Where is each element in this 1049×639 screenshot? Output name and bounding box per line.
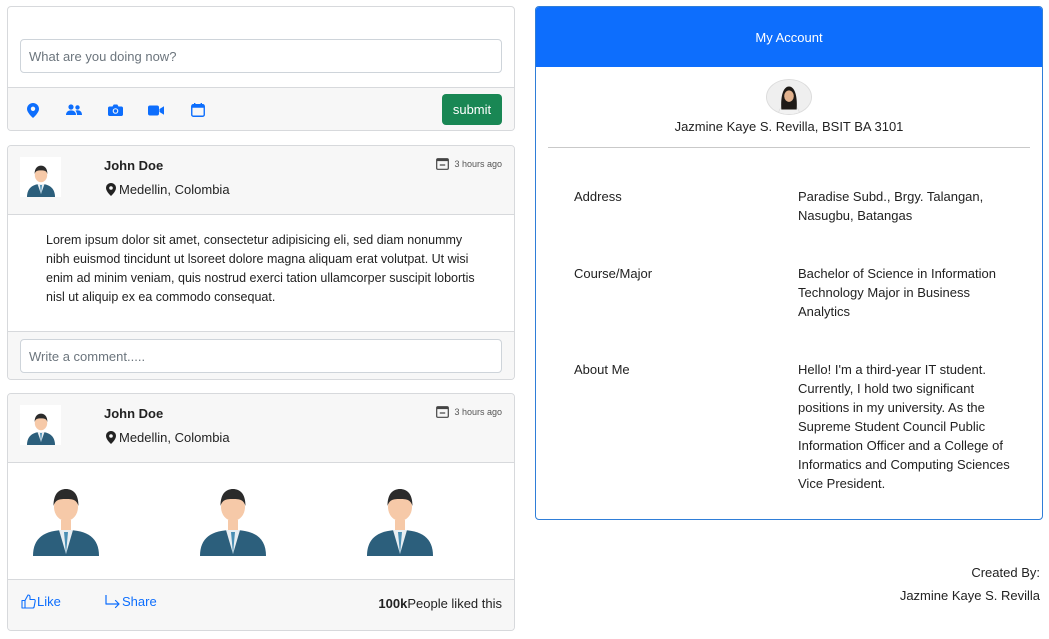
comment-bar <box>8 331 514 379</box>
comment-input[interactable] <box>20 339 502 373</box>
share-button[interactable]: Share <box>105 594 157 609</box>
submit-button[interactable]: submit <box>442 94 502 125</box>
post-time-text: 3 hours ago <box>454 406 502 417</box>
status-composer: submit <box>7 6 515 131</box>
composer-input-area <box>8 7 514 87</box>
post-body: Lorem ipsum dolor sit amet, consectetur … <box>46 233 475 304</box>
like-button[interactable]: Like <box>21 594 61 609</box>
share-label: Share <box>122 594 157 609</box>
post-header: John Doe Medellin, Colombia 3 hours ago <box>8 394 514 463</box>
likes-text: People liked this <box>407 596 502 611</box>
profile-avatar[interactable] <box>766 79 812 115</box>
likes-summary: 100kPeople liked this <box>378 596 502 611</box>
video-icon[interactable] <box>147 101 165 119</box>
post-card: John Doe Medellin, Colombia 3 hours ago … <box>7 393 515 631</box>
map-pin-icon <box>106 183 116 196</box>
post-header: John Doe Medellin, Colombia 3 hours ago <box>8 146 514 215</box>
post-image[interactable] <box>367 484 433 556</box>
profile-name: Jazmine Kaye S. Revilla, BSIT BA 3101 <box>674 119 904 134</box>
about-value: Hello! I'm a third-year IT student. Curr… <box>798 362 1010 491</box>
address-label: Address <box>574 189 622 204</box>
post-location: Medellin, Colombia <box>106 182 230 197</box>
post-image[interactable] <box>33 484 99 556</box>
user-avatar[interactable] <box>20 157 61 197</box>
post-images <box>8 464 514 579</box>
camera-icon[interactable] <box>106 101 124 119</box>
course-label: Course/Major <box>574 266 653 281</box>
status-input[interactable] <box>20 39 502 73</box>
created-by-label: Created By: <box>971 565 1040 580</box>
post-location-text: Medellin, Colombia <box>119 182 230 197</box>
post-footer: Like Share 100kPeople liked this <box>8 579 514 630</box>
account-card: My Account Jazmine Kaye S. Revilla, BSIT… <box>535 6 1043 520</box>
about-label: About Me <box>574 362 630 377</box>
calendar-icon[interactable] <box>189 101 207 119</box>
user-avatar[interactable] <box>20 405 61 445</box>
share-arrow-icon <box>105 595 120 609</box>
divider <box>548 147 1030 148</box>
like-label: Like <box>37 594 61 609</box>
likes-count: 100k <box>378 596 408 611</box>
account-title: My Account <box>755 29 823 45</box>
post-author[interactable]: John Doe <box>104 406 163 421</box>
post-card: John Doe Medellin, Colombia 3 hours ago … <box>7 145 515 380</box>
location-icon[interactable] <box>24 101 42 119</box>
people-icon[interactable] <box>65 101 83 119</box>
post-image[interactable] <box>200 484 266 556</box>
calendar-minus-icon <box>436 406 450 418</box>
calendar-minus-icon <box>436 158 450 170</box>
account-header: My Account <box>536 7 1042 67</box>
post-time: 3 hours ago <box>436 157 502 170</box>
composer-toolbar: submit <box>8 87 514 130</box>
post-time: 3 hours ago <box>436 405 502 418</box>
address-value: Paradise Subd., Brgy. Talangan, Nasugbu,… <box>798 189 984 223</box>
post-time-text: 3 hours ago <box>454 158 502 169</box>
created-by-name: Jazmine Kaye S. Revilla <box>899 588 1040 603</box>
course-value: Bachelor of Science in Information Techn… <box>798 266 996 319</box>
map-pin-icon <box>106 431 116 444</box>
post-location-text: Medellin, Colombia <box>119 430 230 445</box>
thumbs-up-icon <box>21 594 36 609</box>
post-location: Medellin, Colombia <box>106 430 230 445</box>
post-author[interactable]: John Doe <box>104 158 163 173</box>
